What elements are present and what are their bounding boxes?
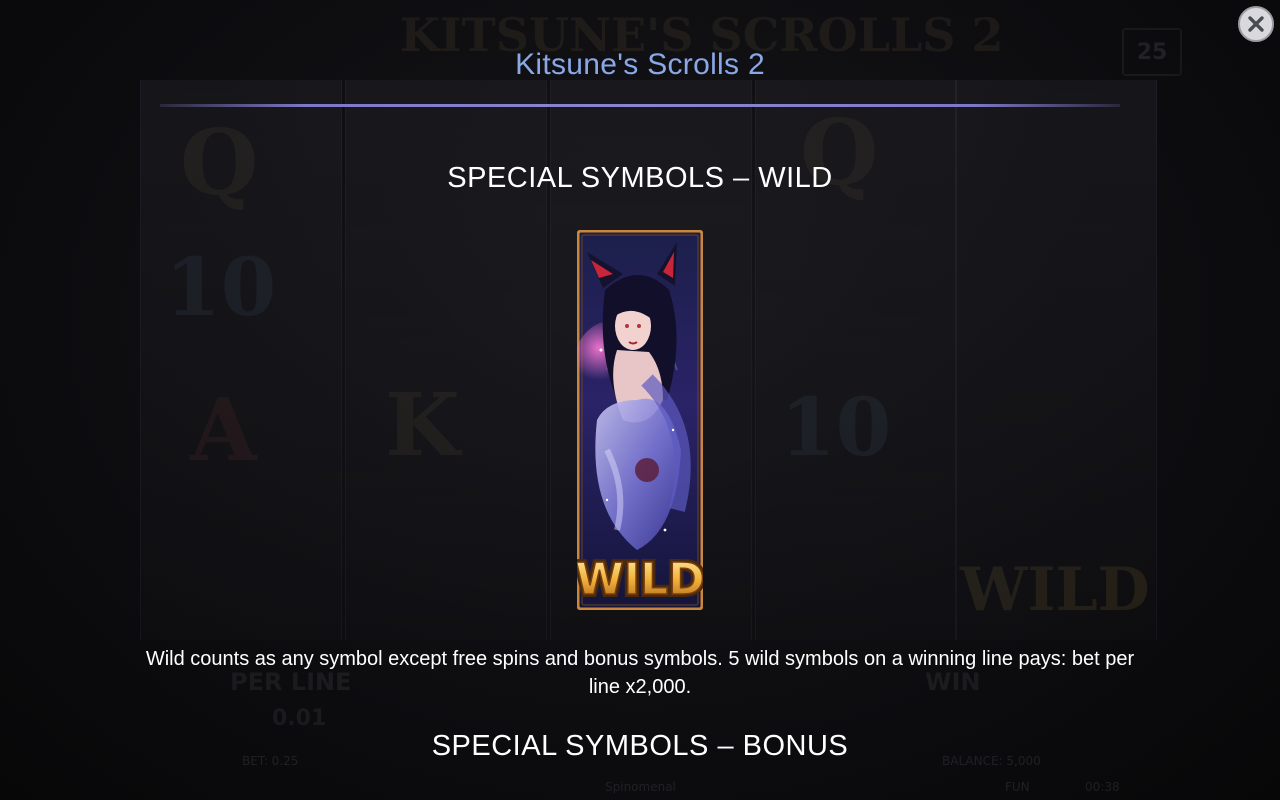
close-button[interactable] — [1238, 6, 1274, 42]
reel-symbol-k: K — [385, 375, 460, 476]
reel-symbol-a: A — [190, 380, 257, 481]
paytable-screen: KITSUNE'S SCROLLS 2 25 Q Q 10 10 A K WIL… — [0, 0, 1280, 800]
fun-text-ghost: FUN — [1005, 780, 1030, 794]
clock-text-ghost: 00:38 — [1085, 780, 1120, 794]
reel-wild-ghost: WILD — [960, 555, 1150, 625]
reel-symbol-10: 10 — [165, 240, 277, 334]
brand-text-ghost: Spinomenal — [605, 780, 676, 794]
per-line-value-ghost: 0.01 — [272, 706, 327, 731]
popup-title: Kitsune's Scrolls 2 — [515, 48, 765, 81]
reel-symbol-10: 10 — [780, 380, 892, 474]
wild-symbol-label: WILD — [577, 554, 703, 605]
section-heading-wild: SPECIAL SYMBOLS – WILD — [447, 162, 833, 194]
wild-symbol-card: WILD WILD — [577, 230, 703, 610]
wild-symbol-art: WILD WILD — [577, 230, 703, 610]
title-divider — [160, 104, 1120, 107]
wild-description: Wild counts as any symbol except free sp… — [145, 648, 1135, 698]
section-heading-bonus: SPECIAL SYMBOLS – BONUS — [431, 730, 849, 762]
close-icon — [1248, 16, 1264, 32]
